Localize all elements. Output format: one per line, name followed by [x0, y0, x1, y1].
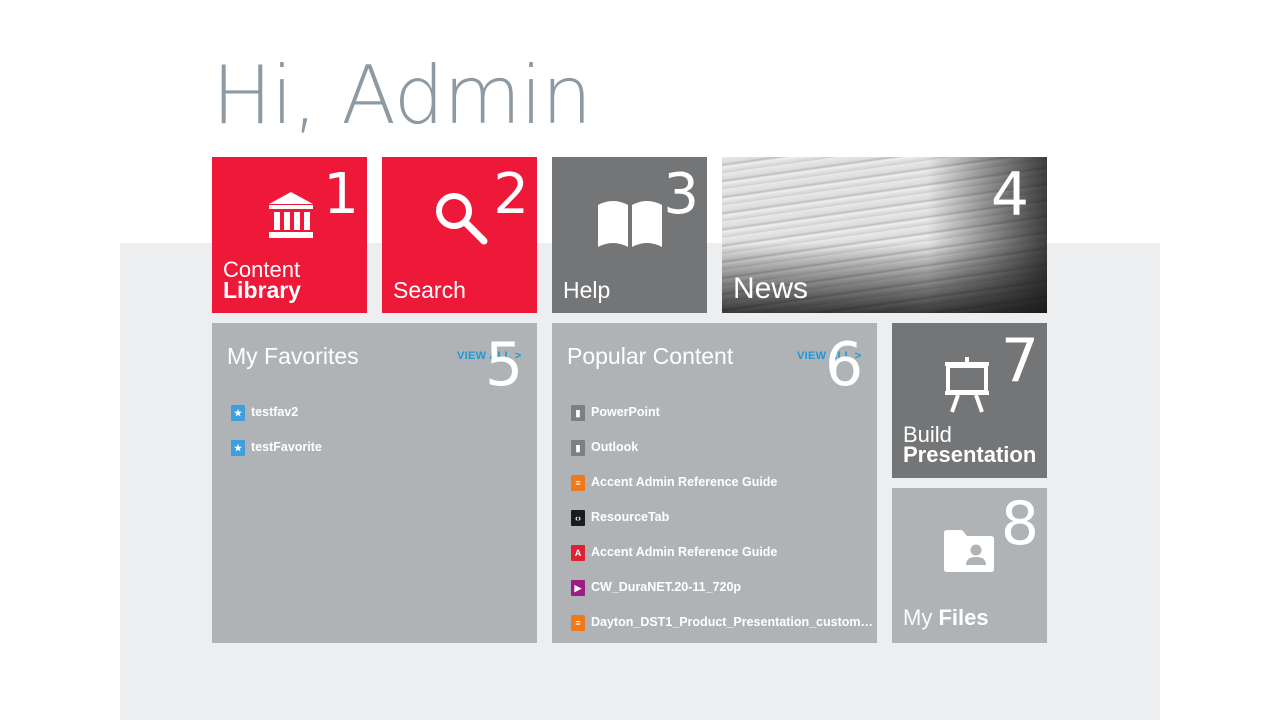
- news-tile[interactable]: 4 News: [722, 157, 1047, 313]
- list-item[interactable]: ≡ Accent Admin Reference Guide: [571, 475, 873, 510]
- list-item-label: Outlook: [591, 440, 639, 454]
- tile-label-line1: My: [903, 605, 933, 630]
- favorites-list: ★ testfav2 ★ testFavorite: [231, 405, 322, 475]
- content-library-tile[interactable]: 1 Content Library: [212, 157, 367, 313]
- bank-icon: [269, 192, 313, 238]
- tile-label: My Files: [903, 607, 989, 629]
- list-item[interactable]: ★ testFavorite: [231, 440, 322, 475]
- my-files-tile[interactable]: 8 My Files: [892, 488, 1047, 643]
- tile-label-line2: Library: [223, 277, 301, 303]
- list-item[interactable]: ▶ CW_DuraNET.20-11_720p: [571, 580, 873, 615]
- favorite-file-icon: ★: [231, 440, 245, 456]
- list-item-label: Accent Admin Reference Guide: [591, 475, 778, 489]
- list-item[interactable]: ▮ Outlook: [571, 440, 873, 475]
- list-item[interactable]: ▮ PowerPoint: [571, 405, 873, 440]
- easel-icon: [945, 357, 989, 413]
- powerpoint-file-icon: ▮: [571, 405, 585, 421]
- document-file-icon: ≡: [571, 475, 585, 491]
- document-file-icon: ≡: [571, 615, 585, 631]
- pdf-file-icon: A: [571, 545, 585, 561]
- list-item[interactable]: ‹› ResourceTab: [571, 510, 873, 545]
- code-file-icon: ‹›: [571, 510, 585, 526]
- list-item-label: testFavorite: [251, 440, 322, 454]
- news-image-shadow: [927, 157, 1047, 313]
- tile-label: News: [733, 272, 809, 305]
- tile-label-line2: Presentation: [903, 442, 1037, 467]
- tile-number: 3: [663, 162, 699, 227]
- panel-title: My Favorites: [227, 343, 359, 369]
- video-file-icon: ▶: [571, 580, 585, 596]
- tile-label-line2: Files: [938, 605, 989, 630]
- list-item-label: Dayton_DST1_Product_Presentation_custom…: [591, 615, 874, 629]
- favorite-file-icon: ★: [231, 405, 245, 421]
- tile-number: 2: [493, 162, 529, 227]
- popular-content-panel: Popular Content VIEW ALL > 6 ▮ PowerPoin…: [552, 323, 877, 643]
- list-item[interactable]: A Accent Admin Reference Guide: [571, 545, 873, 580]
- list-item-label: CW_DuraNET.20-11_720p: [591, 580, 742, 594]
- tile-number: 5: [485, 330, 524, 400]
- outlook-file-icon: ▮: [571, 440, 585, 456]
- list-item-label: testfav2: [251, 405, 299, 419]
- folder-user-icon: [944, 530, 994, 572]
- greeting-heading: Hi, Admin: [212, 49, 592, 142]
- help-tile[interactable]: 3 Help: [552, 157, 707, 313]
- list-item-label: PowerPoint: [591, 405, 660, 419]
- tile-label: Search: [393, 277, 466, 303]
- list-item[interactable]: ≡ Dayton_DST1_Product_Presentation_custo…: [571, 615, 873, 643]
- tile-number: 7: [1000, 326, 1039, 396]
- tile-number: 8: [1000, 489, 1039, 559]
- tile-number: 4: [990, 160, 1029, 230]
- tile-label: Help: [563, 277, 611, 303]
- list-item[interactable]: ★ testfav2: [231, 405, 322, 440]
- search-icon: [436, 193, 488, 245]
- build-presentation-tile[interactable]: 7 Build Presentation: [892, 323, 1047, 478]
- search-tile[interactable]: 2 Search: [382, 157, 537, 313]
- favorites-panel: My Favorites VIEW ALL > 5 ★ testfav2 ★ t…: [212, 323, 537, 643]
- tile-number: 6: [825, 330, 864, 400]
- panel-title: Popular Content: [567, 343, 734, 369]
- list-item-label: ResourceTab: [591, 510, 670, 524]
- list-item-label: Accent Admin Reference Guide: [591, 545, 778, 559]
- book-icon: [598, 201, 662, 247]
- tile-number: 1: [323, 162, 359, 227]
- popular-list: ▮ PowerPoint ▮ Outlook ≡ Accent Admin Re…: [571, 405, 873, 643]
